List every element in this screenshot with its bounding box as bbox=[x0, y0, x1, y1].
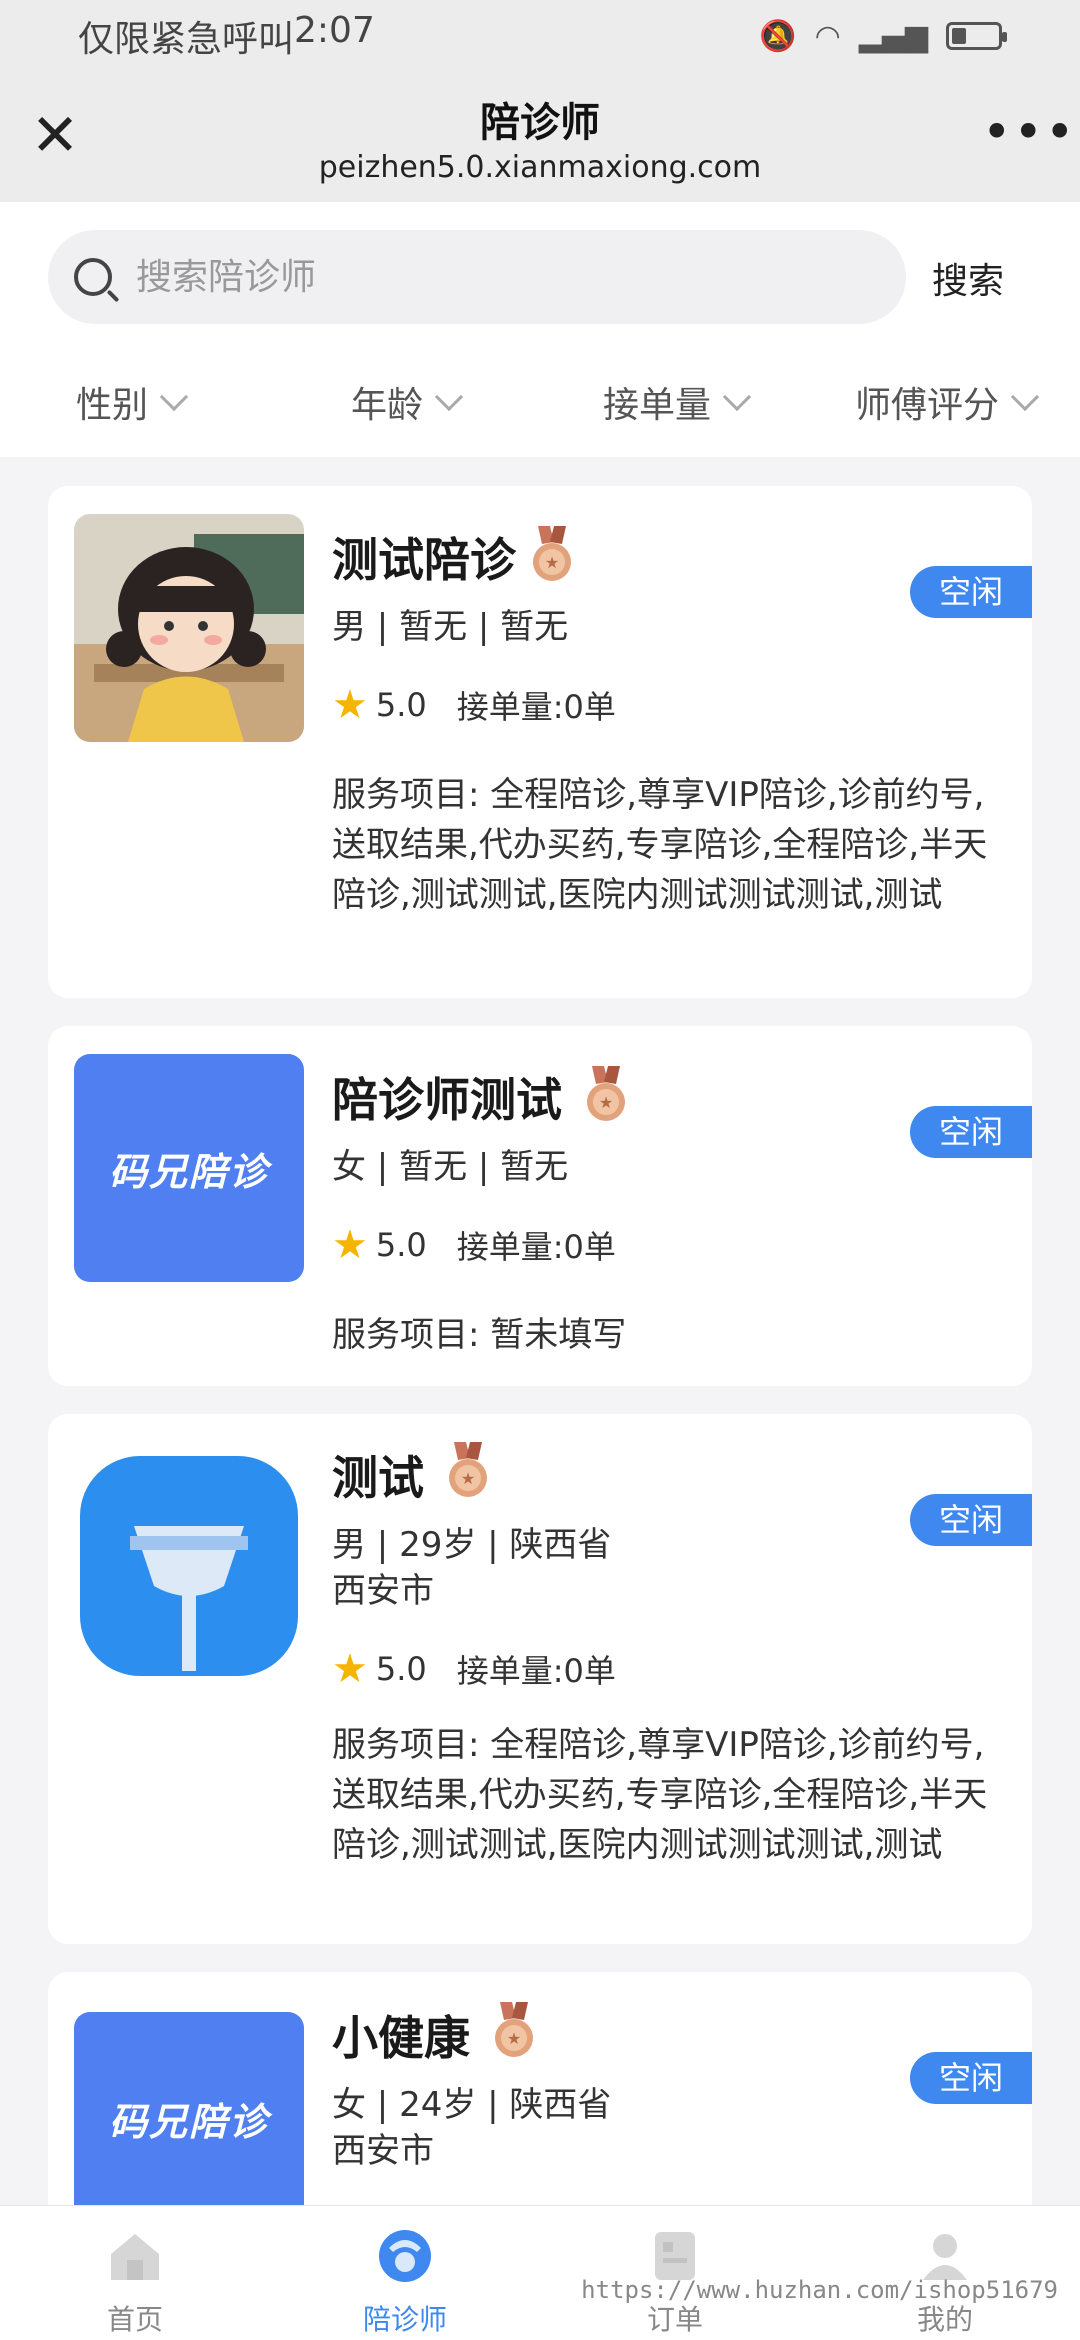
rating-value: 5.0 bbox=[375, 1650, 427, 1688]
filter-label: 接单量 bbox=[602, 385, 711, 426]
nav-header: ✕ 陪诊师 peizhen5.0.xianmaxiong.com ••• bbox=[0, 72, 1080, 202]
logo-text: 码兄陪诊 bbox=[108, 2100, 269, 2144]
escort-name: 测试 bbox=[332, 1451, 424, 1505]
page-title: 陪诊师 bbox=[480, 100, 600, 146]
tab-home[interactable]: 首页 bbox=[0, 2206, 270, 2340]
service-list: 服务项目: 全程陪诊,尊享VIP陪诊,诊前约号,送取结果,代办买药,专享陪诊,全… bbox=[332, 775, 988, 915]
filter-rating[interactable]: 师傅评分 bbox=[810, 376, 1080, 428]
escort-card[interactable]: 码兄陪诊 小健康 ★ 空闲 女 | 24岁 | 陕西省 西安市 bbox=[48, 1972, 1032, 2205]
search-box[interactable] bbox=[48, 230, 906, 324]
tab-profile[interactable]: 我的 bbox=[810, 2206, 1080, 2340]
page-url: peizhen5.0.xianmaxiong.com bbox=[318, 150, 762, 185]
search-input[interactable] bbox=[136, 256, 856, 298]
mute-icon: 🔕 bbox=[759, 18, 797, 54]
tab-orders[interactable]: 订单 bbox=[540, 2206, 810, 2340]
svg-text:★: ★ bbox=[461, 1469, 475, 1488]
search-button[interactable]: 搜索 bbox=[932, 252, 1004, 304]
home-icon bbox=[111, 2234, 159, 2280]
filter-label: 性别 bbox=[76, 385, 149, 426]
status-time: 2:07 bbox=[294, 10, 375, 51]
chevron-down-icon bbox=[159, 382, 189, 412]
search-area: 搜索 性别 年龄 接单量 师傅评分 bbox=[0, 202, 1080, 457]
watermark: https://www.huzhan.com/ishop51679 bbox=[581, 2276, 1058, 2304]
logo-avatar: 码兄陪诊 bbox=[74, 1054, 304, 1282]
tab-escorts[interactable]: 陪诊师 bbox=[270, 2206, 540, 2340]
escort-meta: 女 | 暂无 | 暂无 bbox=[332, 1147, 569, 1187]
rating-row: ★ 5.0 接单量:0单 bbox=[332, 1222, 616, 1268]
avatar bbox=[74, 1456, 304, 1676]
tab-label: 订单 bbox=[646, 2303, 703, 2336]
chevron-down-icon bbox=[722, 382, 752, 412]
star-icon: ★ bbox=[332, 1646, 368, 1692]
status-badge: 空闲 bbox=[910, 1106, 1032, 1158]
logo-avatar: 码兄陪诊 bbox=[74, 2012, 304, 2205]
status-bar: 仅限紧急呼叫 2:07 🔕 ◠ ▂▄▆ bbox=[0, 0, 1080, 72]
escort-name: 小健康 bbox=[332, 2011, 470, 2065]
wifi-icon: ◠ bbox=[814, 18, 841, 54]
escort-meta: 女 | 24岁 | 陕西省 bbox=[332, 2085, 612, 2125]
tab-label: 陪诊师 bbox=[362, 2303, 447, 2336]
escort-icon bbox=[379, 2230, 431, 2282]
filter-label: 师傅评分 bbox=[854, 385, 999, 426]
escort-card[interactable]: 码兄陪诊 陪诊师测试 ★ 空闲 女 | 暂无 | 暂无 ★ 5.0 接单量:0单… bbox=[48, 1026, 1032, 1386]
star-icon: ★ bbox=[332, 682, 368, 728]
chevron-down-icon bbox=[1010, 382, 1040, 412]
escort-card[interactable]: 测试 ★ 空闲 男 | 29岁 | 陕西省 西安市 ★ 5.0 接单量:0单 服… bbox=[48, 1414, 1032, 1944]
status-badge: 空闲 bbox=[910, 2052, 1032, 2104]
medal-icon: ★ bbox=[533, 526, 571, 581]
service-list: 服务项目: 暂未填写 bbox=[332, 1315, 627, 1355]
medal-icon: ★ bbox=[495, 2002, 533, 2057]
star-icon: ★ bbox=[332, 1222, 368, 1268]
signal-icon: ▂▄▆ bbox=[858, 18, 928, 54]
svg-text:★: ★ bbox=[599, 1093, 613, 1112]
escort-name: 测试陪诊 bbox=[332, 533, 516, 587]
medal-icon: ★ bbox=[449, 1442, 487, 1497]
carrier-text: 仅限紧急呼叫 bbox=[78, 19, 295, 60]
search-icon bbox=[74, 258, 112, 296]
escort-location: 西安市 bbox=[332, 2131, 434, 2171]
chevron-down-icon bbox=[434, 382, 464, 412]
escort-card[interactable]: 测试陪诊 ★ 空闲 男 | 暂无 | 暂无 ★ 5.0 接单量:0单 服务项目:… bbox=[48, 486, 1032, 998]
filter-age[interactable]: 年龄 bbox=[270, 376, 540, 428]
order-count: 接单量:0单 bbox=[456, 1228, 616, 1266]
avatar bbox=[74, 514, 304, 742]
tab-label: 我的 bbox=[916, 2303, 973, 2336]
escort-location: 西安市 bbox=[332, 1571, 434, 1611]
status-badge: 空闲 bbox=[910, 566, 1032, 618]
service-list: 服务项目: 全程陪诊,尊享VIP陪诊,诊前约号,送取结果,代办买药,专享陪诊,全… bbox=[332, 1725, 988, 1865]
medal-icon: ★ bbox=[587, 1066, 625, 1121]
escort-name: 陪诊师测试 bbox=[332, 1073, 562, 1127]
battery-icon bbox=[946, 22, 1007, 50]
escort-meta: 男 | 29岁 | 陕西省 bbox=[332, 1525, 612, 1565]
order-count: 接单量:0单 bbox=[456, 688, 616, 726]
svg-text:★: ★ bbox=[545, 553, 559, 572]
filter-gender[interactable]: 性别 bbox=[0, 376, 270, 428]
rating-row: ★ 5.0 接单量:0单 bbox=[332, 1646, 616, 1692]
rating-row: ★ 5.0 接单量:0单 bbox=[332, 682, 616, 728]
status-badge: 空闲 bbox=[910, 1494, 1032, 1546]
more-options-button[interactable]: ••• bbox=[982, 102, 1074, 162]
filter-label: 年龄 bbox=[350, 385, 423, 426]
rating-value: 5.0 bbox=[375, 1226, 427, 1264]
svg-text:★: ★ bbox=[507, 2029, 521, 2048]
filter-row: 性别 年龄 接单量 师傅评分 bbox=[0, 352, 1080, 452]
rating-value: 5.0 bbox=[375, 686, 427, 724]
order-count: 接单量:0单 bbox=[456, 1652, 616, 1690]
filter-orders[interactable]: 接单量 bbox=[540, 376, 810, 428]
bottom-tab-bar: 首页 陪诊师 订单 我的 bbox=[0, 2205, 1080, 2340]
escort-meta: 男 | 暂无 | 暂无 bbox=[332, 607, 569, 647]
logo-text: 码兄陪诊 bbox=[108, 1149, 269, 1194]
tab-label: 首页 bbox=[106, 2303, 163, 2336]
